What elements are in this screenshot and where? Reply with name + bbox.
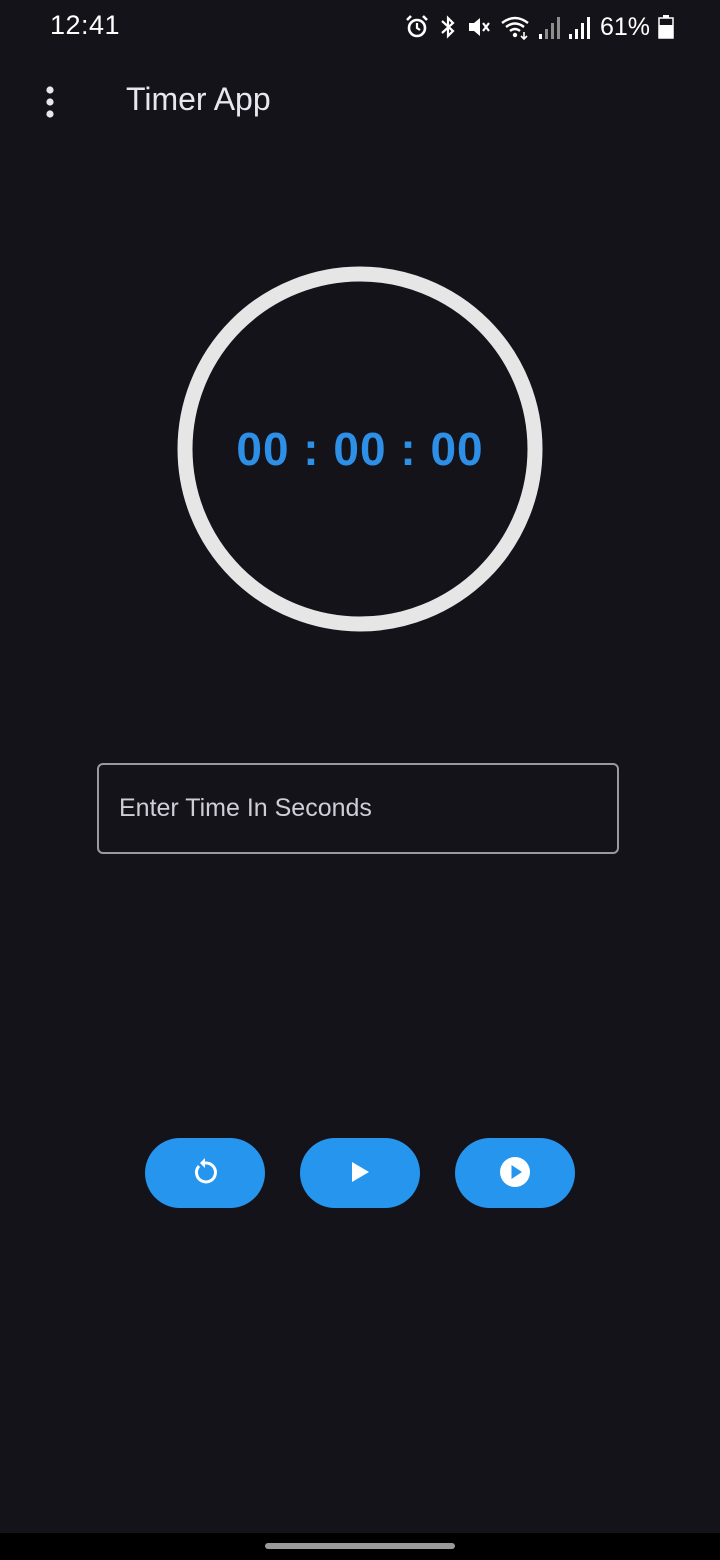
time-input-container bbox=[97, 763, 619, 854]
signal-icon bbox=[538, 14, 560, 40]
bluetooth-icon bbox=[438, 14, 458, 40]
play-circle-icon bbox=[499, 1156, 531, 1191]
alarm-icon bbox=[404, 14, 430, 40]
mute-icon bbox=[466, 14, 492, 40]
timer-progress-ring: 00 : 00 : 00 bbox=[177, 266, 543, 632]
app-bar: Timer App bbox=[0, 60, 720, 144]
play-icon bbox=[348, 1160, 372, 1187]
home-gesture-handle[interactable] bbox=[265, 1543, 455, 1549]
app-title: Timer App bbox=[126, 81, 271, 117]
battery-icon bbox=[658, 14, 674, 40]
start-button[interactable] bbox=[300, 1138, 420, 1208]
signal-icon bbox=[568, 14, 590, 40]
status-time: 12:41 bbox=[50, 10, 121, 40]
reset-button[interactable] bbox=[145, 1138, 265, 1208]
timer-display: 00 : 00 : 00 bbox=[236, 423, 484, 475]
navigation-bar bbox=[0, 1533, 720, 1560]
wifi-icon bbox=[500, 14, 530, 40]
timer-app-screen: 12:41 61% Timer App 00: 00: 00 Enter T… bbox=[0, 0, 720, 1560]
timer-controls bbox=[0, 1138, 720, 1208]
resume-button[interactable] bbox=[455, 1138, 575, 1208]
more-vert-icon[interactable] bbox=[28, 80, 72, 124]
status-icons: 61% bbox=[404, 12, 674, 42]
time-seconds-input[interactable] bbox=[119, 765, 599, 852]
battery-percent: 61% bbox=[599, 12, 650, 41]
status-bar: 12:41 61% bbox=[0, 0, 720, 56]
restart-icon bbox=[190, 1157, 220, 1190]
